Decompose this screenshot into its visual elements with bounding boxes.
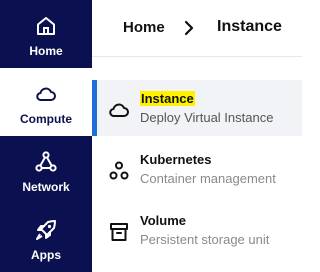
kubernetes-icon [109, 161, 129, 180]
network-icon [35, 151, 57, 172]
rail-item-label: Home [29, 44, 63, 58]
breadcrumb-home-link[interactable]: Home [123, 19, 165, 36]
submenu-item-title: Volume [140, 213, 186, 228]
cloud-icon [109, 103, 129, 117]
submenu-item-volume[interactable]: Volume Persistent storage unit [92, 202, 302, 258]
submenu-item-kubernetes[interactable]: Kubernetes Container management [92, 141, 302, 197]
cloud-icon [36, 87, 56, 101]
rail-item-label: Network [22, 180, 70, 194]
archive-box-icon [110, 223, 128, 241]
submenu-item-subtitle: Persistent storage unit [140, 232, 270, 247]
submenu-item-subtitle: Container management [140, 171, 276, 186]
rail-item-label: Compute [20, 112, 72, 126]
rail-item-apps[interactable]: Apps [0, 204, 92, 272]
submenu-item-subtitle: Deploy Virtual Instance [140, 110, 274, 125]
home-icon [37, 17, 55, 35]
rail-item-compute[interactable]: Compute [0, 68, 92, 136]
rail-item-label: Apps [31, 248, 61, 262]
submenu-item-instance[interactable]: Instance Deploy Virtual Instance [92, 80, 302, 136]
active-indicator [92, 80, 97, 136]
submenu-item-title: Instance [140, 91, 195, 106]
chevron-right-icon [184, 20, 194, 36]
left-rail: Home Compute Network Apps [0, 0, 92, 272]
rail-item-home[interactable]: Home [0, 0, 92, 68]
submenu-item-title: Kubernetes [140, 152, 212, 167]
rocket-icon [36, 220, 56, 240]
breadcrumb: Home Instance [92, 0, 302, 57]
rail-item-network[interactable]: Network [0, 136, 92, 204]
breadcrumb-current: Instance [217, 18, 282, 35]
